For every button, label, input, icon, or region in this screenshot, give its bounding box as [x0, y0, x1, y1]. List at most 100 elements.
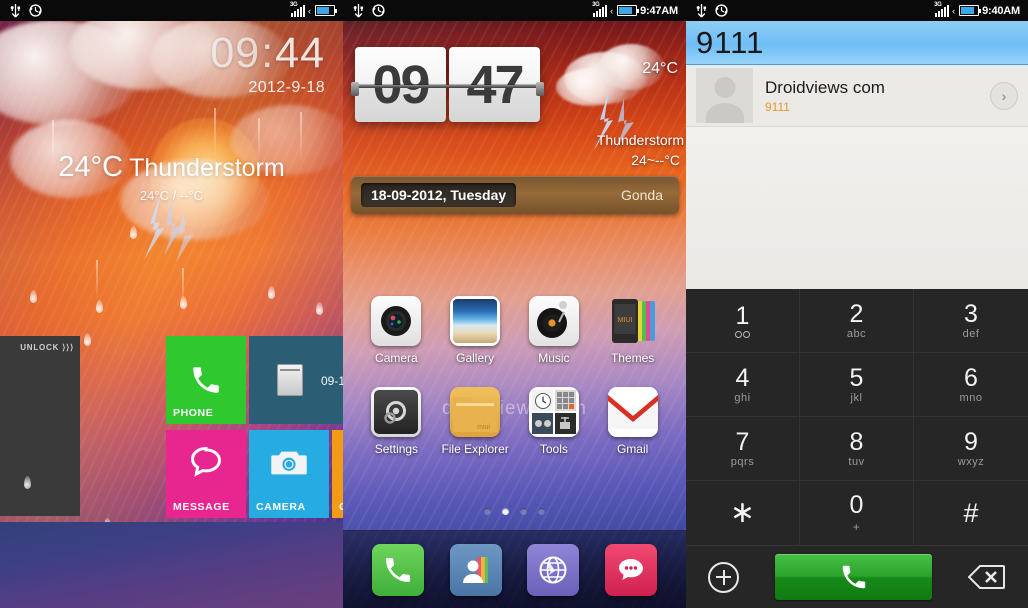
- lockscreen-weather: 24°C Thunderstorm 24°C / --°C: [0, 146, 343, 203]
- city-label: Gonda: [620, 187, 663, 203]
- app-music[interactable]: Music: [519, 296, 589, 365]
- key-letters: jkl: [850, 392, 863, 405]
- key-letters: pqrs: [730, 456, 755, 469]
- lockscreen-statusbar: 3G ‹: [0, 0, 343, 21]
- dialpad-key-6[interactable]: 6 mno: [914, 353, 1028, 417]
- add-contact-icon[interactable]: [708, 561, 739, 593]
- water-droplet: [96, 300, 103, 313]
- call-button[interactable]: [775, 554, 932, 600]
- key-letters: ghi: [734, 392, 751, 405]
- chevron-right-icon[interactable]: ›: [990, 81, 1018, 110]
- backspace-button[interactable]: [968, 564, 1006, 590]
- battery-icon: [617, 5, 640, 16]
- app-gmail[interactable]: Gmail: [598, 387, 668, 456]
- message-tile-label: MESSAGE: [173, 501, 230, 513]
- contact-suggestion-row[interactable]: Droidviews com 9111 ›: [686, 65, 1028, 127]
- sync-icon: [372, 4, 385, 17]
- battery-icon: [959, 5, 982, 16]
- statusbar-right-icons: 3G ‹ 9:40AM: [934, 2, 1024, 17]
- dock-messaging-icon[interactable]: [605, 543, 658, 596]
- date-widget-bar[interactable]: 18-09-2012, Tuesday Gonda: [351, 176, 679, 214]
- clock-knob-right: [536, 81, 544, 96]
- clock-separator: :: [261, 29, 275, 77]
- weather-condition: Thunderstorm: [129, 154, 285, 182]
- home-weather-widget[interactable]: 24°C Thunderstorm 24~--°C: [554, 42, 684, 168]
- dialpad-key-hash[interactable]: #: [914, 481, 1028, 545]
- dialpad-key-star[interactable]: ∗: [686, 481, 800, 545]
- dialpad-key-4[interactable]: 4 ghi: [686, 353, 800, 417]
- camera-app-icon: [371, 296, 422, 346]
- page-dot[interactable]: [538, 508, 545, 515]
- signal-icon: 3G: [934, 2, 950, 17]
- message-tile[interactable]: MESSAGE: [166, 430, 246, 518]
- key-digit: #: [963, 497, 979, 528]
- key-letters: mno: [959, 392, 983, 405]
- app-row-2: Settings miui File Explorer Tools Gmail: [343, 387, 686, 456]
- screenshot-root: 3G ‹ 09:44 2012-9-18 24°C Thunderstorm 2…: [0, 0, 1028, 608]
- app-gallery[interactable]: Gallery: [440, 296, 510, 365]
- statusbar-clock: 9:40AM: [982, 4, 1020, 17]
- voicemail-icon: [735, 331, 750, 339]
- flip-clock-widget[interactable]: 09 47: [351, 47, 544, 122]
- usb-icon: [696, 3, 707, 18]
- dock-contacts-icon[interactable]: [449, 543, 502, 596]
- lockscreen-panel: 3G ‹ 09:44 2012-9-18 24°C Thunderstorm 2…: [0, 0, 343, 608]
- dialer-action-bar: [686, 545, 1028, 608]
- dialpad-key-5[interactable]: 5 jkl: [800, 353, 914, 417]
- app-label: Gmail: [616, 442, 649, 456]
- app-label: Music: [538, 351, 570, 365]
- dialpad-key-9[interactable]: 9 wxyz: [914, 417, 1028, 481]
- dock-browser-icon[interactable]: [527, 543, 580, 596]
- battery-tile[interactable]: 76% 09-18 / 01:06: [249, 336, 343, 424]
- contact-name: Droidviews com: [765, 77, 885, 97]
- water-droplet: [24, 476, 31, 489]
- music-app-icon: [528, 296, 579, 346]
- key-letters: tuv: [848, 456, 865, 469]
- camera-tile[interactable]: CAMERA: [249, 430, 329, 518]
- dialpad-key-1[interactable]: 1: [686, 289, 800, 353]
- key-digit: 6: [964, 363, 978, 392]
- page-dot-active[interactable]: [502, 508, 509, 515]
- usb-icon: [353, 3, 364, 18]
- network-type-label: 3G: [290, 2, 298, 8]
- app-label: Gallery: [456, 351, 495, 365]
- dock-phone-icon[interactable]: [371, 543, 424, 596]
- key-letters: +: [852, 519, 861, 534]
- app-file-explorer[interactable]: miui File Explorer: [440, 387, 510, 456]
- svg-text:miui: miui: [477, 424, 490, 431]
- weather-range: 24°C / --°C: [139, 188, 204, 203]
- dialpad-key-8[interactable]: 8 tuv: [800, 417, 914, 481]
- home-dock: [343, 530, 686, 608]
- app-settings[interactable]: Settings: [361, 387, 431, 456]
- phone-tile[interactable]: PHONE: [166, 336, 246, 424]
- battery-icon: [315, 5, 337, 16]
- network-type-label: 3G: [592, 2, 600, 8]
- dialpad-key-2[interactable]: 2 abc: [800, 289, 914, 353]
- water-droplet: [316, 302, 323, 315]
- water-droplet: [30, 290, 37, 303]
- dialpad-key-0[interactable]: 0 +: [800, 481, 914, 545]
- key-digit: 1: [735, 301, 750, 330]
- app-themes[interactable]: MIUI Themes: [598, 296, 668, 365]
- sync-icon: [715, 4, 728, 17]
- dialed-number-field[interactable]: 9111: [686, 21, 1028, 65]
- calendar-tile[interactable]: 7 CALENDAR: [332, 430, 343, 518]
- key-letters: wxyz: [957, 456, 985, 469]
- homescreen-panel: 3G ‹ 9:47AM 09 47 24°C Thunderstorm 24~-…: [343, 0, 686, 608]
- app-camera[interactable]: Camera: [361, 296, 431, 365]
- page-dot[interactable]: [520, 508, 527, 515]
- app-tools[interactable]: Tools: [519, 387, 589, 456]
- unlock-tile[interactable]: UNLOCK ⟩⟩⟩: [0, 336, 80, 516]
- svg-text:MIUI: MIUI: [617, 317, 632, 324]
- weather-headline: 24°C Thunderstorm: [0, 146, 343, 184]
- key-digit: 9: [964, 427, 978, 456]
- battery-tile-icon: [277, 364, 303, 396]
- usb-icon: [10, 3, 21, 18]
- date-label: 18-09-2012, Tuesday: [361, 183, 517, 207]
- dialpad-key-7[interactable]: 7 pqrs: [686, 417, 800, 481]
- lockscreen-clock: 09:44 2012-9-18: [210, 32, 325, 96]
- key-letters: def: [962, 328, 980, 341]
- app-label: Themes: [610, 351, 655, 365]
- page-dot[interactable]: [484, 508, 491, 515]
- dialpad-key-3[interactable]: 3 def: [914, 289, 1028, 353]
